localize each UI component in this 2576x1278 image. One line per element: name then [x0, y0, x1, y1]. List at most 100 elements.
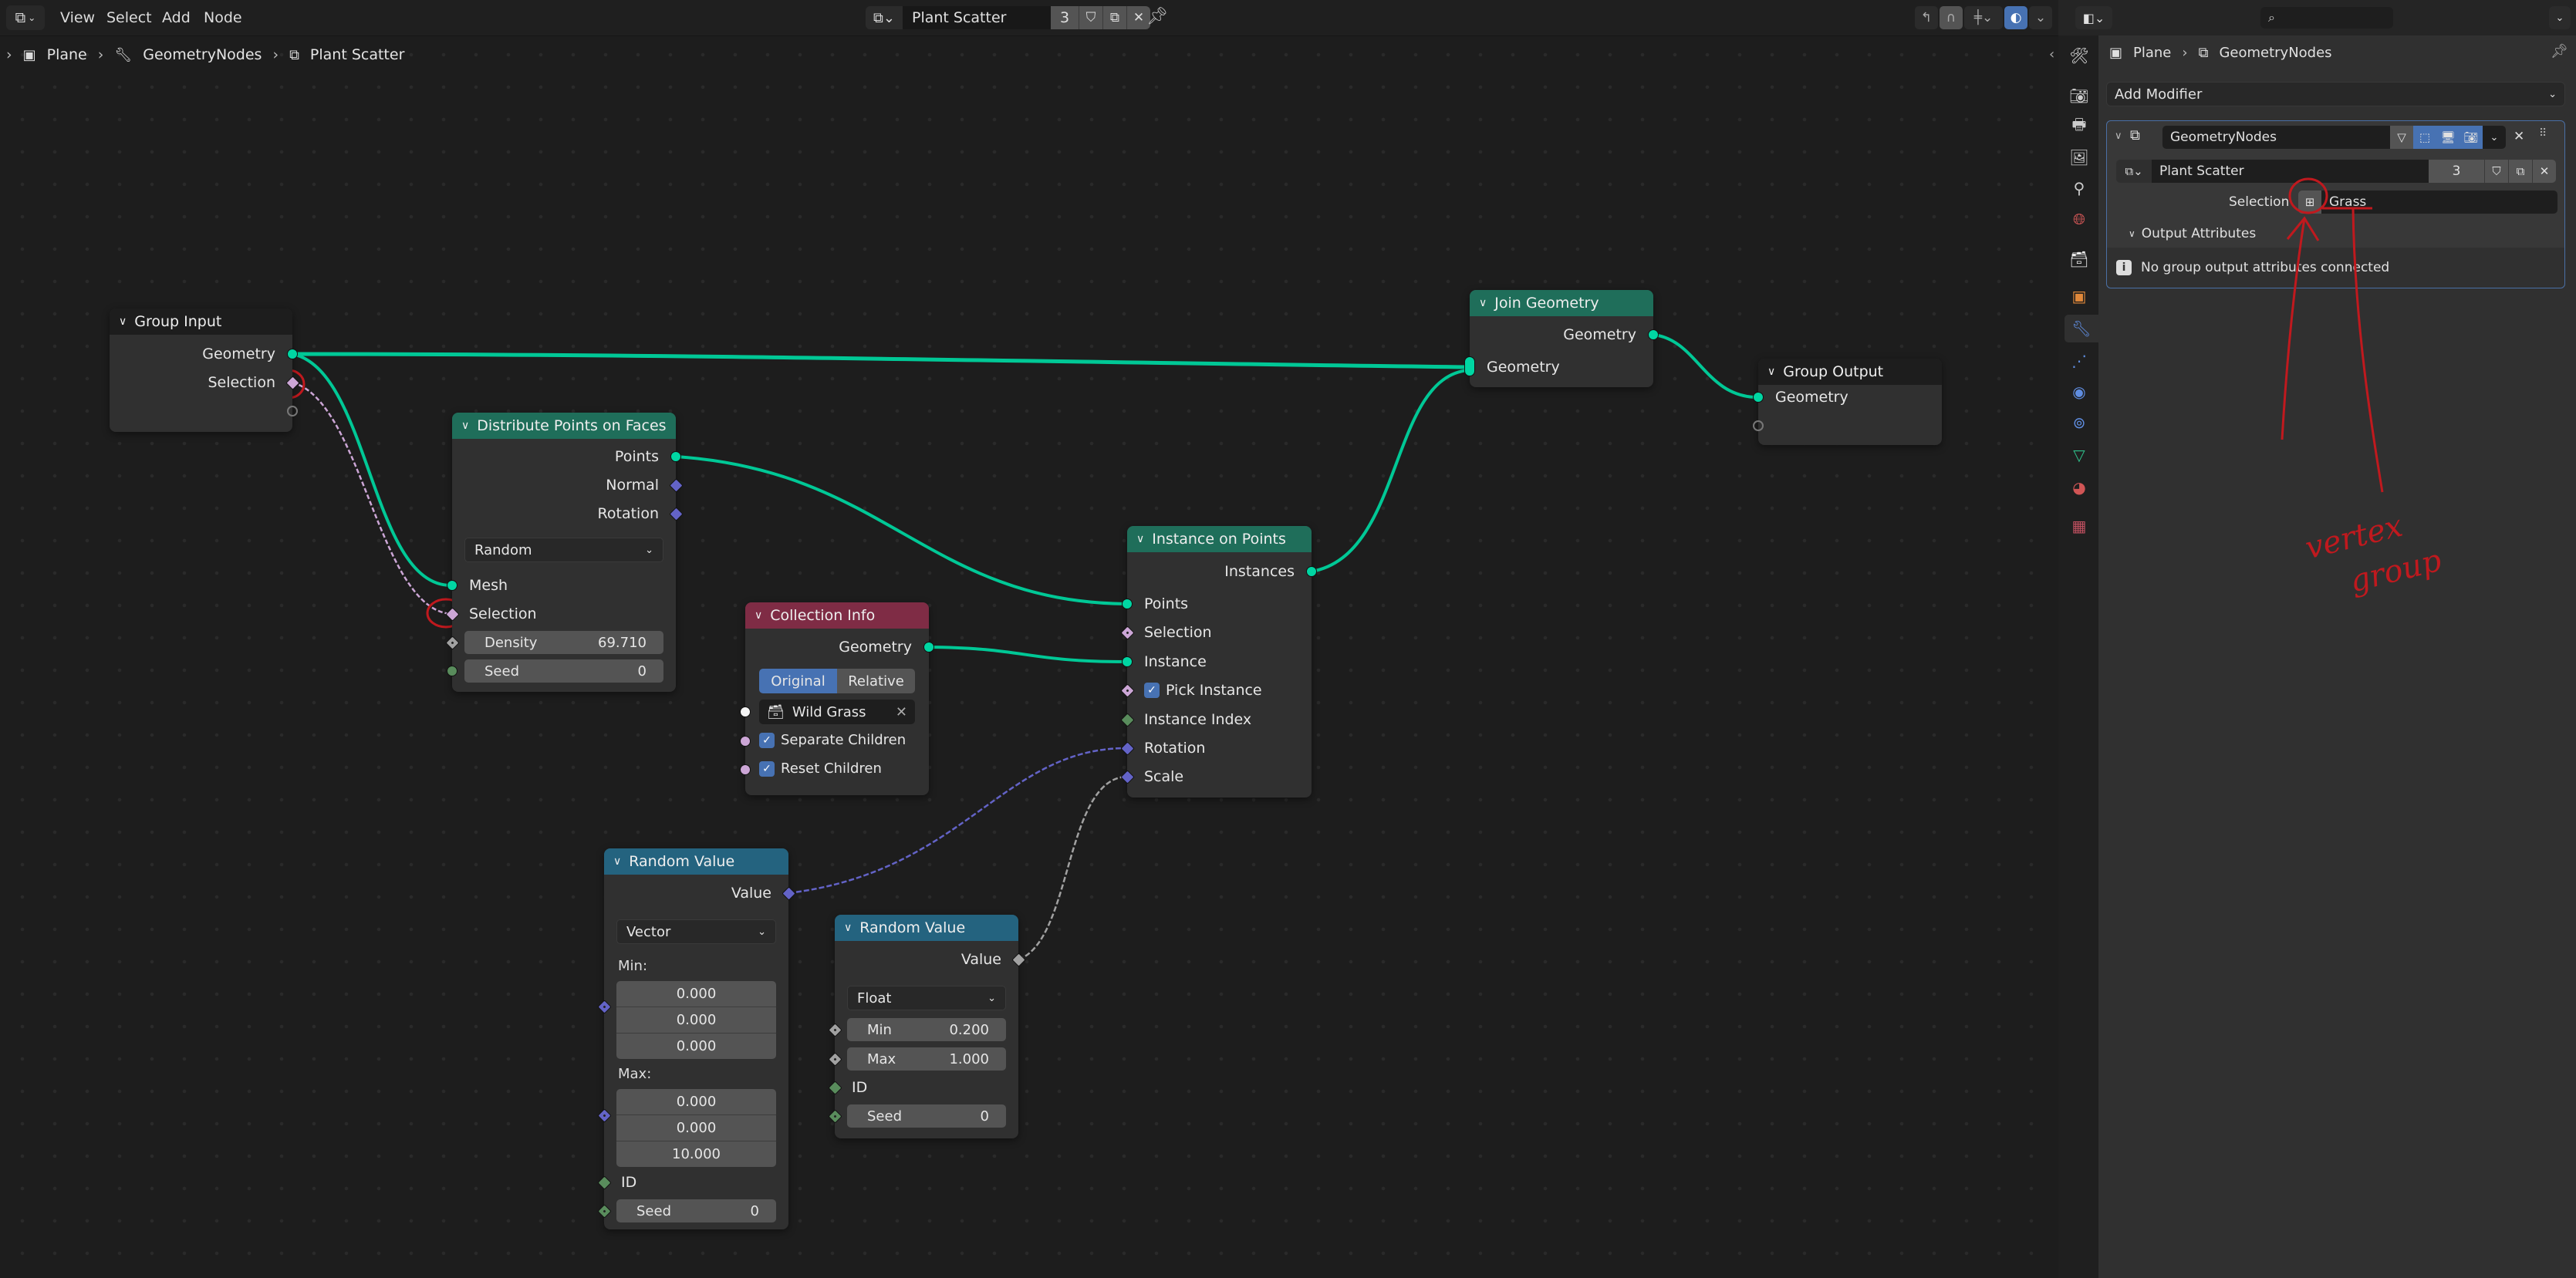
int-socket[interactable] — [828, 1109, 842, 1124]
max-y[interactable]: 0.000 — [616, 1115, 776, 1141]
geometry-socket[interactable] — [1648, 329, 1659, 340]
collection-field[interactable]: 🗃︎ Wild Grass ✕ — [759, 700, 915, 724]
min-vector-field[interactable]: 0.000 0.000 0.000 — [616, 981, 776, 1059]
collapse-chevron-icon[interactable]: ∨ — [461, 420, 469, 432]
checkbox-checked-icon[interactable]: ✓ — [759, 732, 775, 748]
collapse-chevron-icon[interactable]: ∨ — [1136, 533, 1144, 545]
collapse-chevron-icon[interactable]: ∨ — [844, 922, 852, 934]
viewport-display-icon[interactable]: 🖥︎ — [2436, 126, 2460, 149]
menu-add[interactable]: Add — [154, 5, 198, 30]
tab-particles[interactable]: ⋰ — [2065, 347, 2094, 375]
tab-texture[interactable]: ▦ — [2065, 512, 2094, 540]
min-x[interactable]: 0.000 — [616, 981, 776, 1007]
node-collection-info[interactable]: ∨ Collection Info Geometry Original Relat… — [740, 602, 934, 795]
node-editor[interactable]: ⧉ ⌄ View Select Add Node ⧉⌄ Plant Scatter… — [0, 0, 2058, 1278]
editor-type-button[interactable]: ◧⌄ — [2075, 6, 2112, 29]
user-count[interactable]: 3 — [2429, 160, 2484, 183]
collapse-chevron-icon[interactable]: ∨ — [2115, 130, 2122, 142]
seed-field[interactable]: Seed 0 — [616, 1199, 776, 1222]
properties-editor[interactable]: ◧⌄ ⌕ ⌄ 🛠︎ 📷︎ 🖶︎ 🖼︎ ⚲ 🌐︎ 🗃︎ ▣ 🔧︎ ⋰ ◉ ⊚ ▽ … — [2058, 0, 2576, 1278]
node-header[interactable]: ∨ Group Output — [1758, 359, 1942, 385]
clear-close-icon[interactable]: ✕ — [896, 704, 907, 720]
option-relative[interactable]: Relative — [837, 669, 915, 693]
editor-type-button[interactable]: ⧉ ⌄ — [6, 5, 45, 30]
tab-world[interactable]: 🌐︎ — [2065, 205, 2094, 233]
checkbox-checked-icon[interactable]: ✓ — [759, 760, 775, 777]
collection-socket[interactable] — [740, 706, 751, 717]
min-y[interactable]: 0.000 — [616, 1007, 776, 1034]
tab-output[interactable]: 🖶︎ — [2065, 113, 2094, 140]
node-header[interactable]: ∨ Group Input — [110, 309, 292, 335]
node-header[interactable]: ∨ Collection Info — [745, 602, 929, 629]
menu-node[interactable]: Node — [196, 5, 250, 30]
selection-input[interactable]: Grass — [2321, 191, 2557, 214]
multi-input-geometry-socket[interactable] — [1464, 356, 1475, 376]
collapse-chevron-icon[interactable]: ∨ — [1479, 297, 1487, 309]
collapse-chevron-icon[interactable]: ∨ — [119, 315, 127, 328]
bool-socket[interactable] — [740, 764, 751, 775]
data-type-dropdown[interactable]: Vector ⌄ — [616, 919, 776, 944]
user-count[interactable]: 3 — [1051, 6, 1079, 29]
float-socket[interactable] — [828, 1052, 842, 1067]
min-z[interactable]: 0.000 — [616, 1034, 776, 1059]
collapse-chevron-icon[interactable]: ∨ — [613, 855, 621, 868]
remove-modifier-close-icon[interactable]: ✕ — [2514, 129, 2524, 144]
tab-object[interactable]: ▣ — [2065, 282, 2094, 310]
parent-node-tree-icon[interactable]: ↰ — [1915, 6, 1938, 29]
node-group-output[interactable]: ∨ Group Output Geometry — [1753, 359, 1942, 445]
overlay-dropdown-icon[interactable]: ⌄ — [2029, 6, 2052, 29]
tab-render[interactable]: 📷︎ — [2065, 82, 2094, 110]
render-camera-icon[interactable]: 📷︎ — [2460, 126, 2483, 149]
fake-user-shield-icon[interactable]: ⛉ — [1079, 6, 1102, 29]
node-join-geometry[interactable]: ∨ Join Geometry Geometry Geometry — [1464, 290, 1659, 387]
pin-icon[interactable]: 📌︎ — [1146, 7, 1168, 26]
reset-children-checkbox[interactable]: ✓ Reset Children — [759, 760, 882, 777]
pin-icon[interactable]: 📌︎ — [2551, 43, 2568, 59]
tab-tool[interactable]: 🛠︎ — [2065, 42, 2094, 69]
checkbox-checked-icon[interactable]: ✓ — [1144, 683, 1160, 698]
on-cage-icon[interactable]: ⬚ — [2413, 126, 2436, 149]
node-distribute-points[interactable]: ∨ Distribute Points on Faces Points Norma… — [445, 413, 684, 692]
max-vector-field[interactable]: 0.000 0.000 10.000 — [616, 1089, 776, 1167]
tab-material[interactable]: ◕ — [2065, 474, 2094, 501]
collapse-chevron-icon[interactable]: ∨ — [1767, 366, 1775, 378]
node-tree-icon[interactable]: ⧉⌄ — [866, 6, 903, 29]
node-header[interactable]: ∨ Random Value — [835, 915, 1018, 941]
menu-select[interactable]: Select — [99, 5, 160, 30]
float-socket[interactable] — [445, 636, 460, 650]
geometry-socket[interactable] — [670, 451, 681, 462]
min-field[interactable]: Min 0.200 — [847, 1018, 1006, 1041]
bool-socket[interactable] — [740, 736, 751, 747]
tab-modifiers[interactable]: 🔧︎ — [2065, 315, 2098, 342]
sidebar-toggle-chevron-icon[interactable]: ‹ — [2049, 46, 2054, 62]
seed-field[interactable]: Seed 0 — [847, 1104, 1006, 1128]
geometry-socket[interactable] — [1753, 392, 1764, 403]
snap-magnet-icon[interactable]: ∩ — [1940, 6, 1963, 29]
geometry-socket[interactable] — [1306, 566, 1317, 577]
node-header[interactable]: ∨ Instance on Points — [1127, 526, 1312, 552]
tab-view-layer[interactable]: 🖼︎ — [2065, 143, 2094, 171]
float-socket[interactable] — [828, 1023, 842, 1037]
duplicate-icon[interactable]: ⧉ — [2508, 160, 2532, 183]
max-z[interactable]: 10.000 — [616, 1141, 776, 1167]
max-x[interactable]: 0.000 — [616, 1089, 776, 1115]
node-group-input[interactable]: ∨ Group Input Geometry Selection — [110, 309, 300, 432]
int-socket[interactable] — [597, 1204, 612, 1219]
node-random-value-vector[interactable]: ∨ Random Value Value Vector ⌄ Min: 0.000 0… — [597, 848, 796, 1229]
drag-handle-icon[interactable]: ⠿ — [2539, 127, 2547, 140]
unlink-close-icon[interactable]: ✕ — [2532, 160, 2556, 183]
empty-socket[interactable] — [287, 406, 298, 416]
max-field[interactable]: Max 1.000 — [847, 1047, 1006, 1071]
chevron-down-icon[interactable]: ⌄ — [2483, 126, 2506, 149]
overlay-icon[interactable]: ◐ — [2004, 6, 2027, 29]
tab-scene[interactable]: ⚲ — [2065, 174, 2094, 202]
separate-children-checkbox[interactable]: ✓ Separate Children — [759, 732, 906, 748]
edit-mode-icon[interactable]: ▽ — [2390, 126, 2413, 149]
distribute-method-dropdown[interactable]: Random ⌄ — [464, 538, 663, 562]
tab-data[interactable]: ▽ — [2065, 441, 2094, 469]
options-dropdown[interactable]: ⌄ — [2549, 6, 2571, 29]
modifier-name-input[interactable]: GeometryNodes — [2162, 126, 2390, 149]
output-attributes-subpanel[interactable]: ∨ Output Attributes — [2129, 226, 2256, 241]
collapse-chevron-icon[interactable]: ∨ — [755, 609, 762, 622]
geometry-socket[interactable] — [1122, 656, 1133, 667]
